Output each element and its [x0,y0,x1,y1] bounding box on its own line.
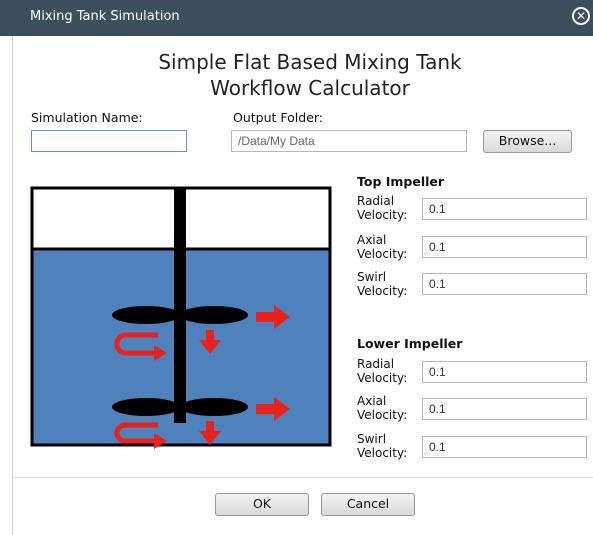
top-swirl-label: Swirl Velocity: [357,270,408,298]
tank-diagram [30,186,332,449]
heading-line-2: Workflow Calculator [210,76,410,100]
simulation-name-input[interactable] [31,130,187,152]
title-bar: Mixing Tank Simulation ✕ [0,0,593,36]
close-icon[interactable]: ✕ [572,7,590,25]
lower-radial-label: Radial Velocity: [357,357,408,385]
mixing-tank-dialog: Mixing Tank Simulation ✕ Simple Flat Bas… [0,0,593,535]
lower-axial-velocity-input[interactable] [422,398,587,420]
lower-axial-label: Axial Velocity: [357,394,408,422]
top-swirl-velocity-input[interactable] [422,273,587,295]
output-folder-label: Output Folder: [233,110,324,125]
lower-swirl-label: Swirl Velocity: [357,432,408,460]
lower-impeller-blade-left [112,398,180,416]
heading-line-1: Simple Flat Based Mixing Tank [158,50,462,74]
simulation-name-label: Simulation Name: [31,110,143,125]
window-title: Mixing Tank Simulation [30,9,180,24]
impeller-shaft [174,188,186,423]
top-axial-velocity-input[interactable] [422,236,587,258]
top-impeller-title: Top Impeller [357,174,445,189]
browse-button[interactable]: Browse... [483,130,572,153]
left-border [12,36,13,535]
lower-impeller-title: Lower Impeller [357,336,463,351]
lower-swirl-velocity-input[interactable] [422,436,587,458]
cancel-button[interactable]: Cancel [321,493,415,516]
top-impeller-blade-left [112,306,180,324]
top-radial-label: Radial Velocity: [357,194,408,222]
output-folder-input[interactable] [231,130,467,152]
lower-radial-velocity-input[interactable] [422,361,587,383]
footer-separator [12,477,593,478]
ok-button[interactable]: OK [215,493,309,516]
top-radial-velocity-input[interactable] [422,198,587,220]
lower-impeller-blade-right [180,398,248,416]
top-impeller-blade-right [180,306,248,324]
top-axial-label: Axial Velocity: [357,233,408,261]
